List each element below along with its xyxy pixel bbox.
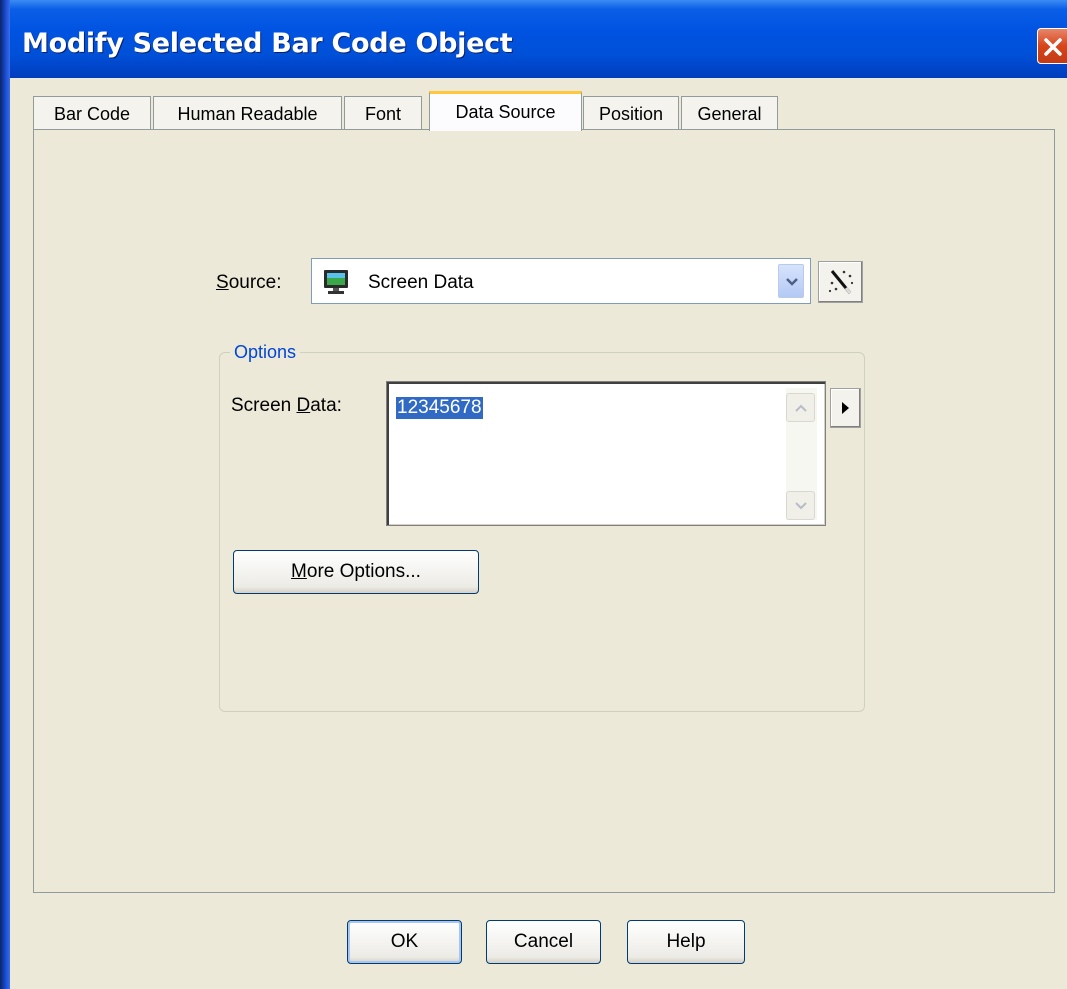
close-icon xyxy=(1044,38,1062,56)
triangle-right-icon xyxy=(842,402,849,414)
tab-human-readable[interactable]: Human Readable xyxy=(153,96,342,130)
window-title: Modify Selected Bar Code Object xyxy=(22,28,513,59)
magic-wand-icon xyxy=(828,270,854,294)
options-legend: Options xyxy=(230,342,301,363)
tab-font[interactable]: Font xyxy=(344,96,422,130)
tab-general[interactable]: General xyxy=(681,96,778,130)
tab-position[interactable]: Position xyxy=(583,96,679,130)
help-button[interactable]: Help xyxy=(627,920,745,964)
cancel-button[interactable]: Cancel xyxy=(486,920,601,964)
source-select[interactable]: Screen Data xyxy=(311,258,811,304)
window-left-border xyxy=(0,0,10,989)
scroll-down-button[interactable] xyxy=(786,491,815,520)
chevron-down-icon xyxy=(786,278,798,286)
title-bar: Modify Selected Bar Code Object xyxy=(0,0,1067,78)
source-value: Screen Data xyxy=(368,272,474,293)
tab-bar-code[interactable]: Bar Code xyxy=(33,96,151,130)
more-options-button[interactable]: More Options... xyxy=(233,550,479,594)
wizard-button[interactable] xyxy=(818,261,863,303)
chevron-up-icon xyxy=(795,404,807,412)
source-label: Source: xyxy=(216,272,282,293)
close-button[interactable] xyxy=(1037,28,1067,64)
scroll-up-button[interactable] xyxy=(786,393,815,422)
ok-button[interactable]: OK xyxy=(347,920,462,964)
monitor-icon xyxy=(324,270,348,294)
screen-data-value: 12345678 xyxy=(396,397,483,419)
insert-field-button[interactable] xyxy=(830,388,861,428)
dialog-window: Modify Selected Bar Code Object Bar Code… xyxy=(0,0,1067,989)
source-dropdown-button[interactable] xyxy=(778,264,804,298)
screen-data-label: Screen Data: xyxy=(231,395,342,416)
chevron-down-icon xyxy=(795,502,807,510)
tab-data-source[interactable]: Data Source xyxy=(429,91,582,131)
